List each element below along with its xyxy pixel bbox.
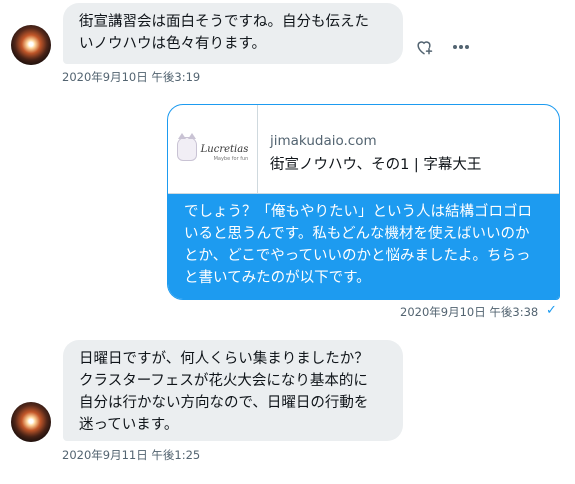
message-text-line: と書いてみたのが以下です。 [184,270,371,286]
message-bubble-received: 街宣講習会は面白そうですね。自分も伝えた いノウハウは色々有ります。 [63,3,403,64]
more-button[interactable] [450,37,472,57]
message-bubble-sent: でしょう？「俺もやりたい」という人は結構ゴロゴロ いると思うんです。私もどんな機… [168,194,559,299]
cat-logo-icon [176,133,197,161]
message-text-line: とか、どこでやっていいのかと悩みましたよ。ちらっ [184,248,531,264]
heart-plus-icon [417,41,433,55]
message-text-line: 街宣講習会は面白そうですね。自分も伝えた [79,14,369,30]
message-bubble-received: 日曜日ですが、何人くらい集まりましたか？ クラスターフェスが花火大会になり基本的… [63,340,403,441]
more-icon [453,45,469,49]
react-button[interactable] [413,36,435,58]
message-text-line: いノウハウは色々有ります。 [79,36,267,52]
message-text-line: 迷っています。 [79,417,179,433]
link-card-thumbnail: Lucretias Maybe for fun [168,105,258,193]
check-icon: ✓ [546,303,557,318]
message-timestamp: 2020年9月10日 午後3:38 [400,305,539,319]
message-timestamp: 2020年9月10日 午後3:19 [62,70,201,84]
message-text-line: いると思うんです。私もどんな機材を使えばいいのか [184,226,530,242]
message-text-line: でしょう？「俺もやりたい」という人は結構ゴロゴロ [184,204,532,220]
message-text-line: 自分は行かない方向なので、日曜日の行動を [79,395,369,411]
message-text-line: 日曜日ですが、何人くらい集まりましたか？ [79,351,369,367]
link-card-message[interactable]: Lucretias Maybe for fun jimakudaio.com 街… [167,104,560,300]
link-card-domain: jimakudaio.com [270,133,377,149]
link-card-title: 街宣ノウハウ、その1 | 字幕大王 [270,157,482,173]
link-card-info: jimakudaio.com 街宣ノウハウ、その1 | 字幕大王 [258,105,481,193]
logo-subtext: Maybe for fun [213,155,249,162]
message-text-line: クラスターフェスが花火大会になり基本的に [79,373,368,389]
logo-text: Lucretias [200,143,249,155]
link-card-preview[interactable]: Lucretias Maybe for fun jimakudaio.com 街… [168,105,559,194]
message-timestamp: 2020年9月11日 午後1:25 [62,448,201,462]
avatar[interactable] [11,402,51,442]
avatar[interactable] [11,25,51,65]
